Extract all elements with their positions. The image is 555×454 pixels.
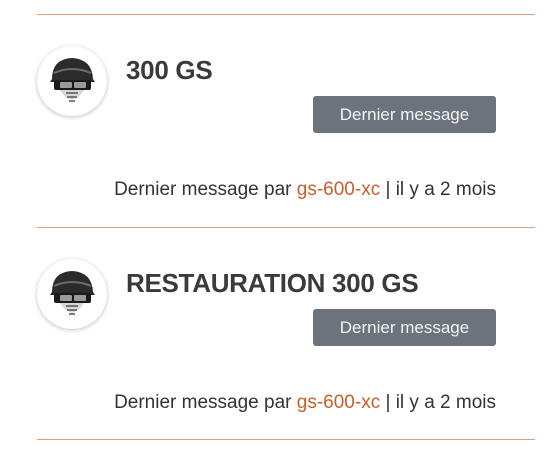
last-post-separator: | [385,179,391,200]
last-post-separator: | [385,392,391,413]
last-post-prefix: Dernier message par [114,392,292,413]
topic-item: 300 GS Dernier message Dernier message p… [0,14,555,226]
topic-divider [37,439,535,440]
last-message-button[interactable]: Dernier message [313,309,496,346]
last-post-time: il y a 2 mois [395,179,496,200]
last-post-user-link[interactable]: gs-600-xc [297,179,380,200]
topic-title-link[interactable]: 300 GS [126,55,213,86]
last-post-time: il y a 2 mois [395,392,496,413]
topic-item: RESTAURATION 300 GS Dernier message Dern… [0,227,555,439]
last-post-info: Dernier message par gs-600-xc | il y a 2… [114,392,496,414]
last-message-button[interactable]: Dernier message [313,96,496,133]
avatar[interactable] [37,259,107,329]
last-post-prefix: Dernier message par [114,179,292,200]
topic-title-link[interactable]: RESTAURATION 300 GS [126,268,419,299]
helmet-icon [41,50,103,112]
last-post-user-link[interactable]: gs-600-xc [297,392,380,413]
helmet-icon [41,263,103,325]
last-post-info: Dernier message par gs-600-xc | il y a 2… [114,179,496,201]
avatar[interactable] [37,46,107,116]
